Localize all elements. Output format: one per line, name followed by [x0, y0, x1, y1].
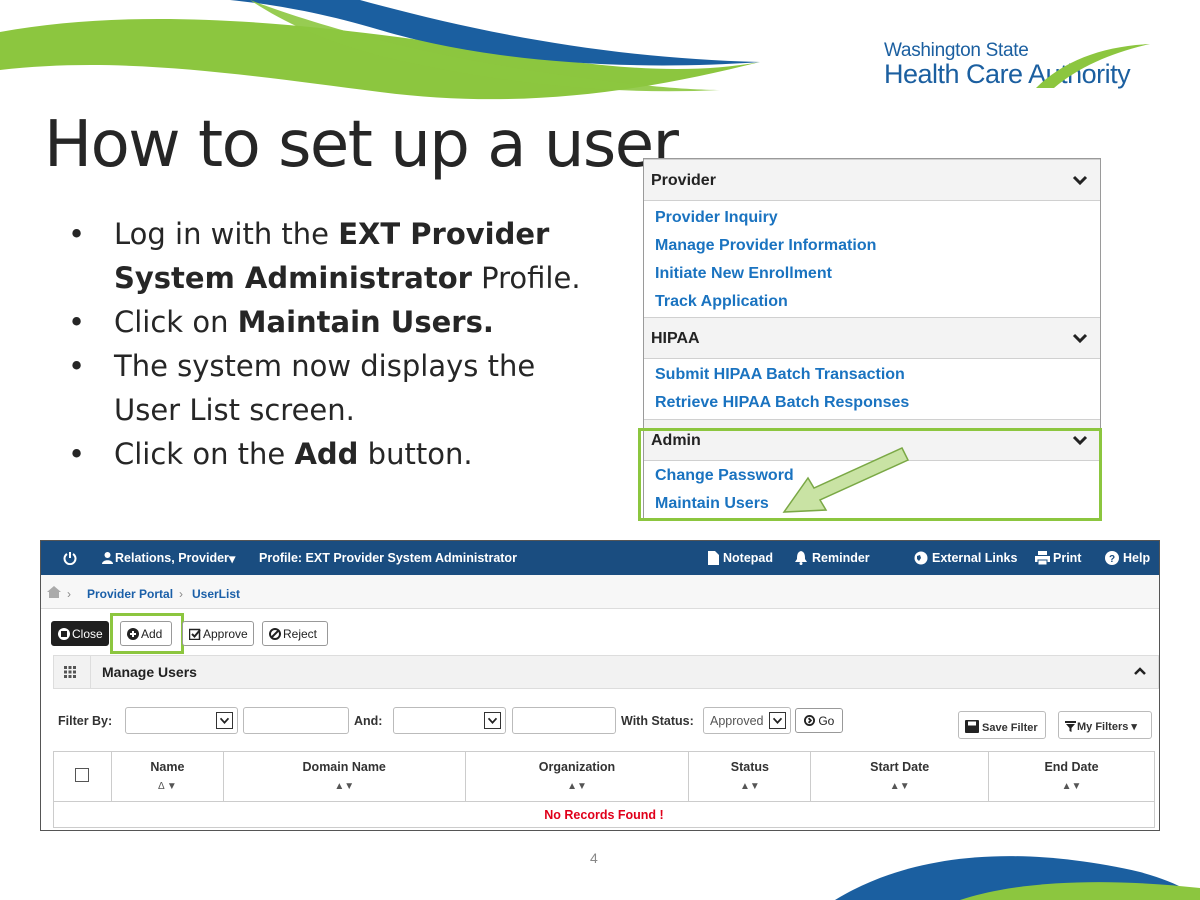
- menu-link-provider-inquiry[interactable]: Provider Inquiry: [655, 209, 778, 227]
- column-header-status[interactable]: Status ▲▼: [688, 751, 812, 802]
- select-all-header: [53, 751, 112, 802]
- menu-link-manage-provider-information[interactable]: Manage Provider Information: [655, 237, 876, 255]
- globe-icon: [914, 551, 928, 565]
- print-icon: [1035, 551, 1050, 565]
- no-records-message: No Records Found !: [53, 801, 1155, 828]
- hca-logo: Washington State Health Care Authority: [884, 40, 1154, 92]
- user-menu-caret-icon[interactable]: ▾: [229, 551, 235, 566]
- column-header-organization[interactable]: Organization ▲▼: [464, 751, 690, 802]
- notepad-icon: [708, 551, 719, 565]
- my-filters-button[interactable]: My Filters ▾: [1058, 711, 1152, 739]
- print-link[interactable]: Print: [1053, 551, 1081, 565]
- help-icon: ?: [1105, 551, 1119, 565]
- list-item: Click on Maintain Users.: [68, 300, 588, 344]
- filter-by-value-input[interactable]: [243, 707, 349, 734]
- list-item: Click on the Add button.: [68, 432, 588, 476]
- svg-text:?: ?: [1109, 554, 1115, 565]
- breadcrumb: › Provider Portal › UserList: [41, 575, 1159, 609]
- user-list-table: Name Δ ▼ Domain Name ▲▼ Organization ▲▼ Sta…: [53, 751, 1155, 828]
- status-select[interactable]: Approved: [703, 707, 791, 734]
- chevron-down-icon: [769, 712, 786, 729]
- close-button[interactable]: Close: [51, 621, 109, 646]
- select-all-checkbox[interactable]: [75, 768, 90, 782]
- list-item: The system now displays the User List sc…: [68, 344, 588, 432]
- chevron-up-icon[interactable]: [1134, 666, 1146, 676]
- sort-icon[interactable]: ▲▼: [224, 781, 465, 792]
- chevron-down-icon: [484, 712, 501, 729]
- portal-top-bar: Relations, Provider ▾ Profile: EXT Provi…: [41, 541, 1159, 575]
- chevron-down-icon: [216, 712, 233, 729]
- column-header-start-date[interactable]: Start Date ▲▼: [810, 751, 990, 802]
- manage-users-panel-header: Manage Users: [53, 655, 1159, 689]
- ban-icon: [269, 628, 281, 640]
- divider: [90, 656, 91, 688]
- and-value-input[interactable]: [512, 707, 616, 734]
- and-select[interactable]: [393, 707, 506, 734]
- reject-button[interactable]: Reject: [262, 621, 328, 646]
- list-item: Log in with the EXT Provider System Admi…: [68, 212, 588, 300]
- reminder-link[interactable]: Reminder: [812, 551, 870, 565]
- help-link[interactable]: Help: [1123, 551, 1150, 565]
- table-row: No Records Found !: [53, 801, 1155, 828]
- sort-icon[interactable]: ▲▼: [989, 781, 1154, 792]
- check-square-icon: [189, 628, 201, 640]
- filter-by-label: Filter By:: [58, 714, 113, 728]
- menu-link-track-application[interactable]: Track Application: [655, 293, 788, 311]
- filter-icon: [1065, 721, 1076, 732]
- sort-icon[interactable]: ▲▼: [811, 781, 988, 792]
- user-icon: [102, 552, 113, 564]
- page-number: 4: [590, 850, 598, 866]
- pointer-arrow-icon: [782, 447, 910, 513]
- save-icon: [965, 720, 979, 733]
- sort-icon[interactable]: ▲▼: [689, 781, 810, 792]
- menu-section-provider[interactable]: Provider: [644, 159, 1100, 201]
- panel-title: Manage Users: [102, 664, 197, 680]
- sort-icon[interactable]: ▲▼: [466, 781, 689, 792]
- user-list-screen: Relations, Provider ▾ Profile: EXT Provi…: [40, 540, 1160, 831]
- and-label: And:: [354, 714, 383, 728]
- approve-button[interactable]: Approve: [182, 621, 254, 646]
- page-title: How to set up a user: [44, 108, 679, 182]
- profile-label: Profile: EXT Provider System Administrat…: [259, 551, 517, 565]
- close-icon: [58, 628, 70, 640]
- filter-by-select[interactable]: [125, 707, 238, 734]
- go-icon: [804, 715, 815, 726]
- menu-link-submit-hipaa-batch[interactable]: Submit HIPAA Batch Transaction: [655, 366, 905, 384]
- with-status-label: With Status:: [621, 714, 694, 728]
- bell-icon: [795, 551, 807, 565]
- menu-section-hipaa[interactable]: HIPAA: [644, 317, 1100, 359]
- breadcrumb-separator-icon: ›: [179, 587, 183, 601]
- notepad-link[interactable]: Notepad: [723, 551, 773, 565]
- logo-swoosh-icon: [1036, 44, 1150, 88]
- power-icon[interactable]: [63, 551, 77, 565]
- add-highlight-box: [110, 613, 184, 654]
- chevron-down-icon: [1072, 175, 1088, 186]
- instruction-list: Log in with the EXT Provider System Admi…: [68, 212, 588, 476]
- column-header-end-date[interactable]: End Date ▲▼: [988, 751, 1155, 802]
- home-icon[interactable]: [47, 586, 61, 598]
- sort-icon[interactable]: Δ ▼: [112, 781, 223, 792]
- chevron-down-icon: [1072, 333, 1088, 344]
- column-header-domain-name[interactable]: Domain Name ▲▼: [222, 751, 466, 802]
- external-links[interactable]: External Links: [932, 551, 1017, 565]
- column-header-name[interactable]: Name Δ ▼: [110, 751, 224, 802]
- user-menu[interactable]: Relations, Provider: [115, 551, 229, 565]
- menu-link-retrieve-hipaa-batch[interactable]: Retrieve HIPAA Batch Responses: [655, 394, 909, 412]
- go-button[interactable]: Go: [795, 708, 843, 733]
- breadcrumb-separator-icon: ›: [67, 587, 71, 601]
- save-filter-button[interactable]: Save Filter: [958, 711, 1046, 739]
- menu-link-initiate-new-enrollment[interactable]: Initiate New Enrollment: [655, 265, 832, 283]
- breadcrumb-userlist[interactable]: UserList: [192, 587, 240, 601]
- grid-icon: [64, 666, 76, 678]
- breadcrumb-provider-portal[interactable]: Provider Portal: [87, 587, 173, 601]
